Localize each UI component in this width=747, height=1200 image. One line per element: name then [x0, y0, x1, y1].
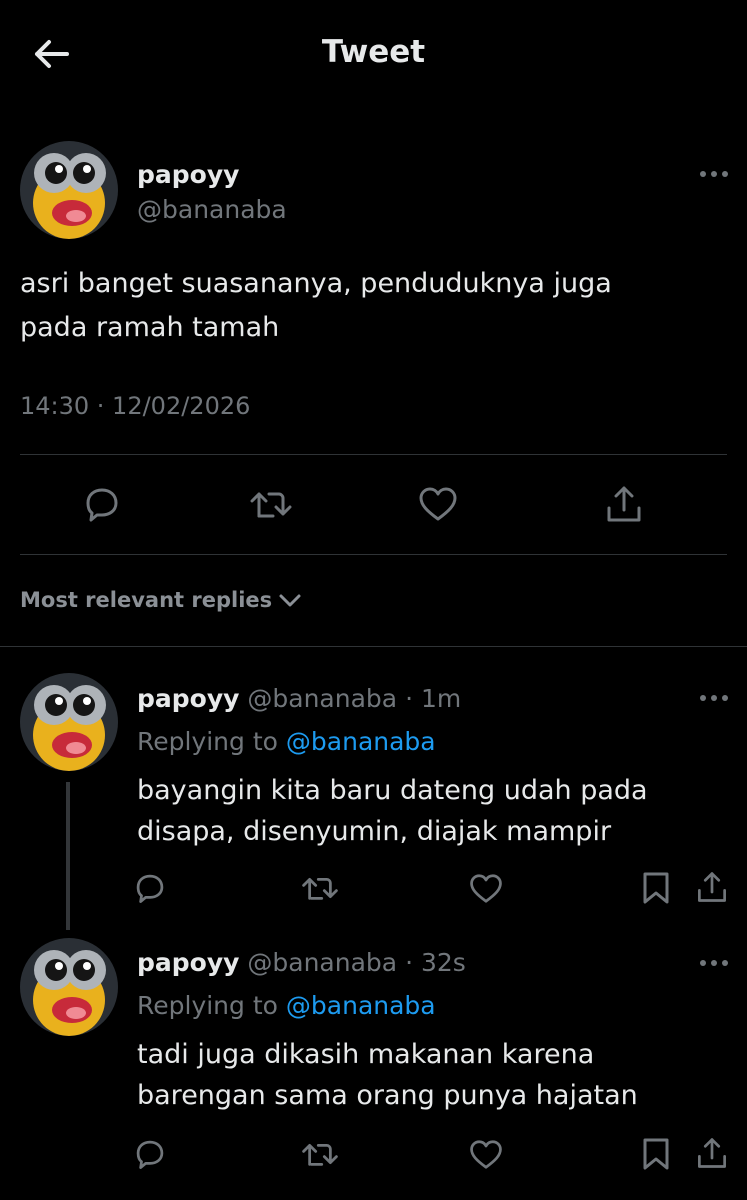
- reply-bookmark-button[interactable]: [638, 1134, 674, 1174]
- chevron-down-icon: [279, 594, 301, 607]
- reply-icon: [136, 1140, 164, 1169]
- replying-to: Replying to @bananaba: [137, 727, 436, 756]
- reply-reply-button[interactable]: [130, 1134, 170, 1174]
- reply-handle[interactable]: @bananaba: [247, 948, 397, 977]
- reply-time[interactable]: 1m: [421, 684, 461, 713]
- reply-display-name[interactable]: papoyy: [137, 948, 239, 977]
- reply-avatar[interactable]: [20, 673, 118, 771]
- reply-like-button[interactable]: [466, 1134, 506, 1174]
- reply-bookmark-button[interactable]: [638, 868, 674, 908]
- replying-to-label: Replying to: [137, 727, 278, 756]
- reply-retweet-button[interactable]: [300, 1134, 340, 1174]
- reply-handle[interactable]: @bananaba: [247, 684, 397, 713]
- share-icon: [698, 872, 726, 902]
- reply-time[interactable]: 32s: [421, 948, 466, 977]
- replies-sort-selector[interactable]: Most relevant replies: [20, 588, 302, 612]
- reply-text: bayangin kita baru dateng udah pada disa…: [137, 775, 648, 847]
- replying-to-label: Replying to: [137, 991, 278, 1020]
- replies-sort-label: Most relevant replies: [20, 588, 273, 612]
- share-icon: [698, 1138, 726, 1168]
- more-horizontal-icon: [700, 960, 728, 966]
- tweet-timestamp[interactable]: 14:30 · 12/02/2026: [20, 392, 250, 420]
- reply-more-button[interactable]: [692, 684, 736, 712]
- like-button[interactable]: [415, 480, 461, 528]
- divider: [20, 454, 727, 455]
- like-icon: [470, 873, 502, 903]
- replying-to-handle[interactable]: @bananaba: [286, 727, 436, 756]
- author-handle[interactable]: @bananaba: [137, 195, 287, 224]
- more-horizontal-icon: [700, 695, 728, 701]
- reply-icon: [86, 488, 118, 522]
- avatar-image: [20, 673, 118, 771]
- reply-button[interactable]: [80, 480, 124, 528]
- thread-connector: [66, 782, 70, 930]
- reply-header: papoyy @bananaba · 32s: [137, 948, 466, 977]
- reply-more-button[interactable]: [692, 949, 736, 977]
- reply-header: papoyy @bananaba · 1m: [137, 684, 461, 713]
- divider: [0, 646, 747, 647]
- share-icon: [607, 486, 641, 522]
- more-options-button[interactable]: [692, 160, 736, 188]
- reply-avatar[interactable]: [20, 938, 118, 1036]
- replying-to: Replying to @bananaba: [137, 991, 436, 1020]
- retweet-icon: [250, 492, 292, 518]
- retweet-icon: [302, 1143, 338, 1166]
- like-icon: [419, 487, 457, 521]
- retweet-icon: [302, 877, 338, 900]
- avatar-image: [20, 141, 118, 239]
- replying-to-handle[interactable]: @bananaba: [286, 991, 436, 1020]
- bookmark-icon: [643, 872, 669, 904]
- reply-icon: [136, 874, 164, 903]
- reply-reply-button[interactable]: [130, 868, 170, 908]
- divider: [20, 554, 727, 555]
- share-button[interactable]: [602, 480, 646, 528]
- reply-share-button[interactable]: [692, 1132, 732, 1174]
- reply-retweet-button[interactable]: [300, 868, 340, 908]
- separator-dot: ·: [405, 948, 414, 977]
- separator-dot: ·: [405, 684, 414, 713]
- avatar[interactable]: [20, 141, 118, 239]
- like-icon: [470, 1139, 502, 1169]
- reply-share-button[interactable]: [692, 866, 732, 908]
- page-title: Tweet: [321, 34, 426, 70]
- reply-text: tadi juga dikasih makanan karena barenga…: [137, 1039, 638, 1111]
- reply-like-button[interactable]: [466, 868, 506, 908]
- more-horizontal-icon: [700, 171, 728, 177]
- tweet-text: asri banget suasananya, penduduknya juga…: [20, 268, 612, 343]
- avatar-image: [20, 938, 118, 1036]
- author-display-name[interactable]: papoyy: [137, 160, 239, 189]
- reply-display-name[interactable]: papoyy: [137, 684, 239, 713]
- bookmark-icon: [643, 1138, 669, 1170]
- retweet-button[interactable]: [248, 480, 294, 528]
